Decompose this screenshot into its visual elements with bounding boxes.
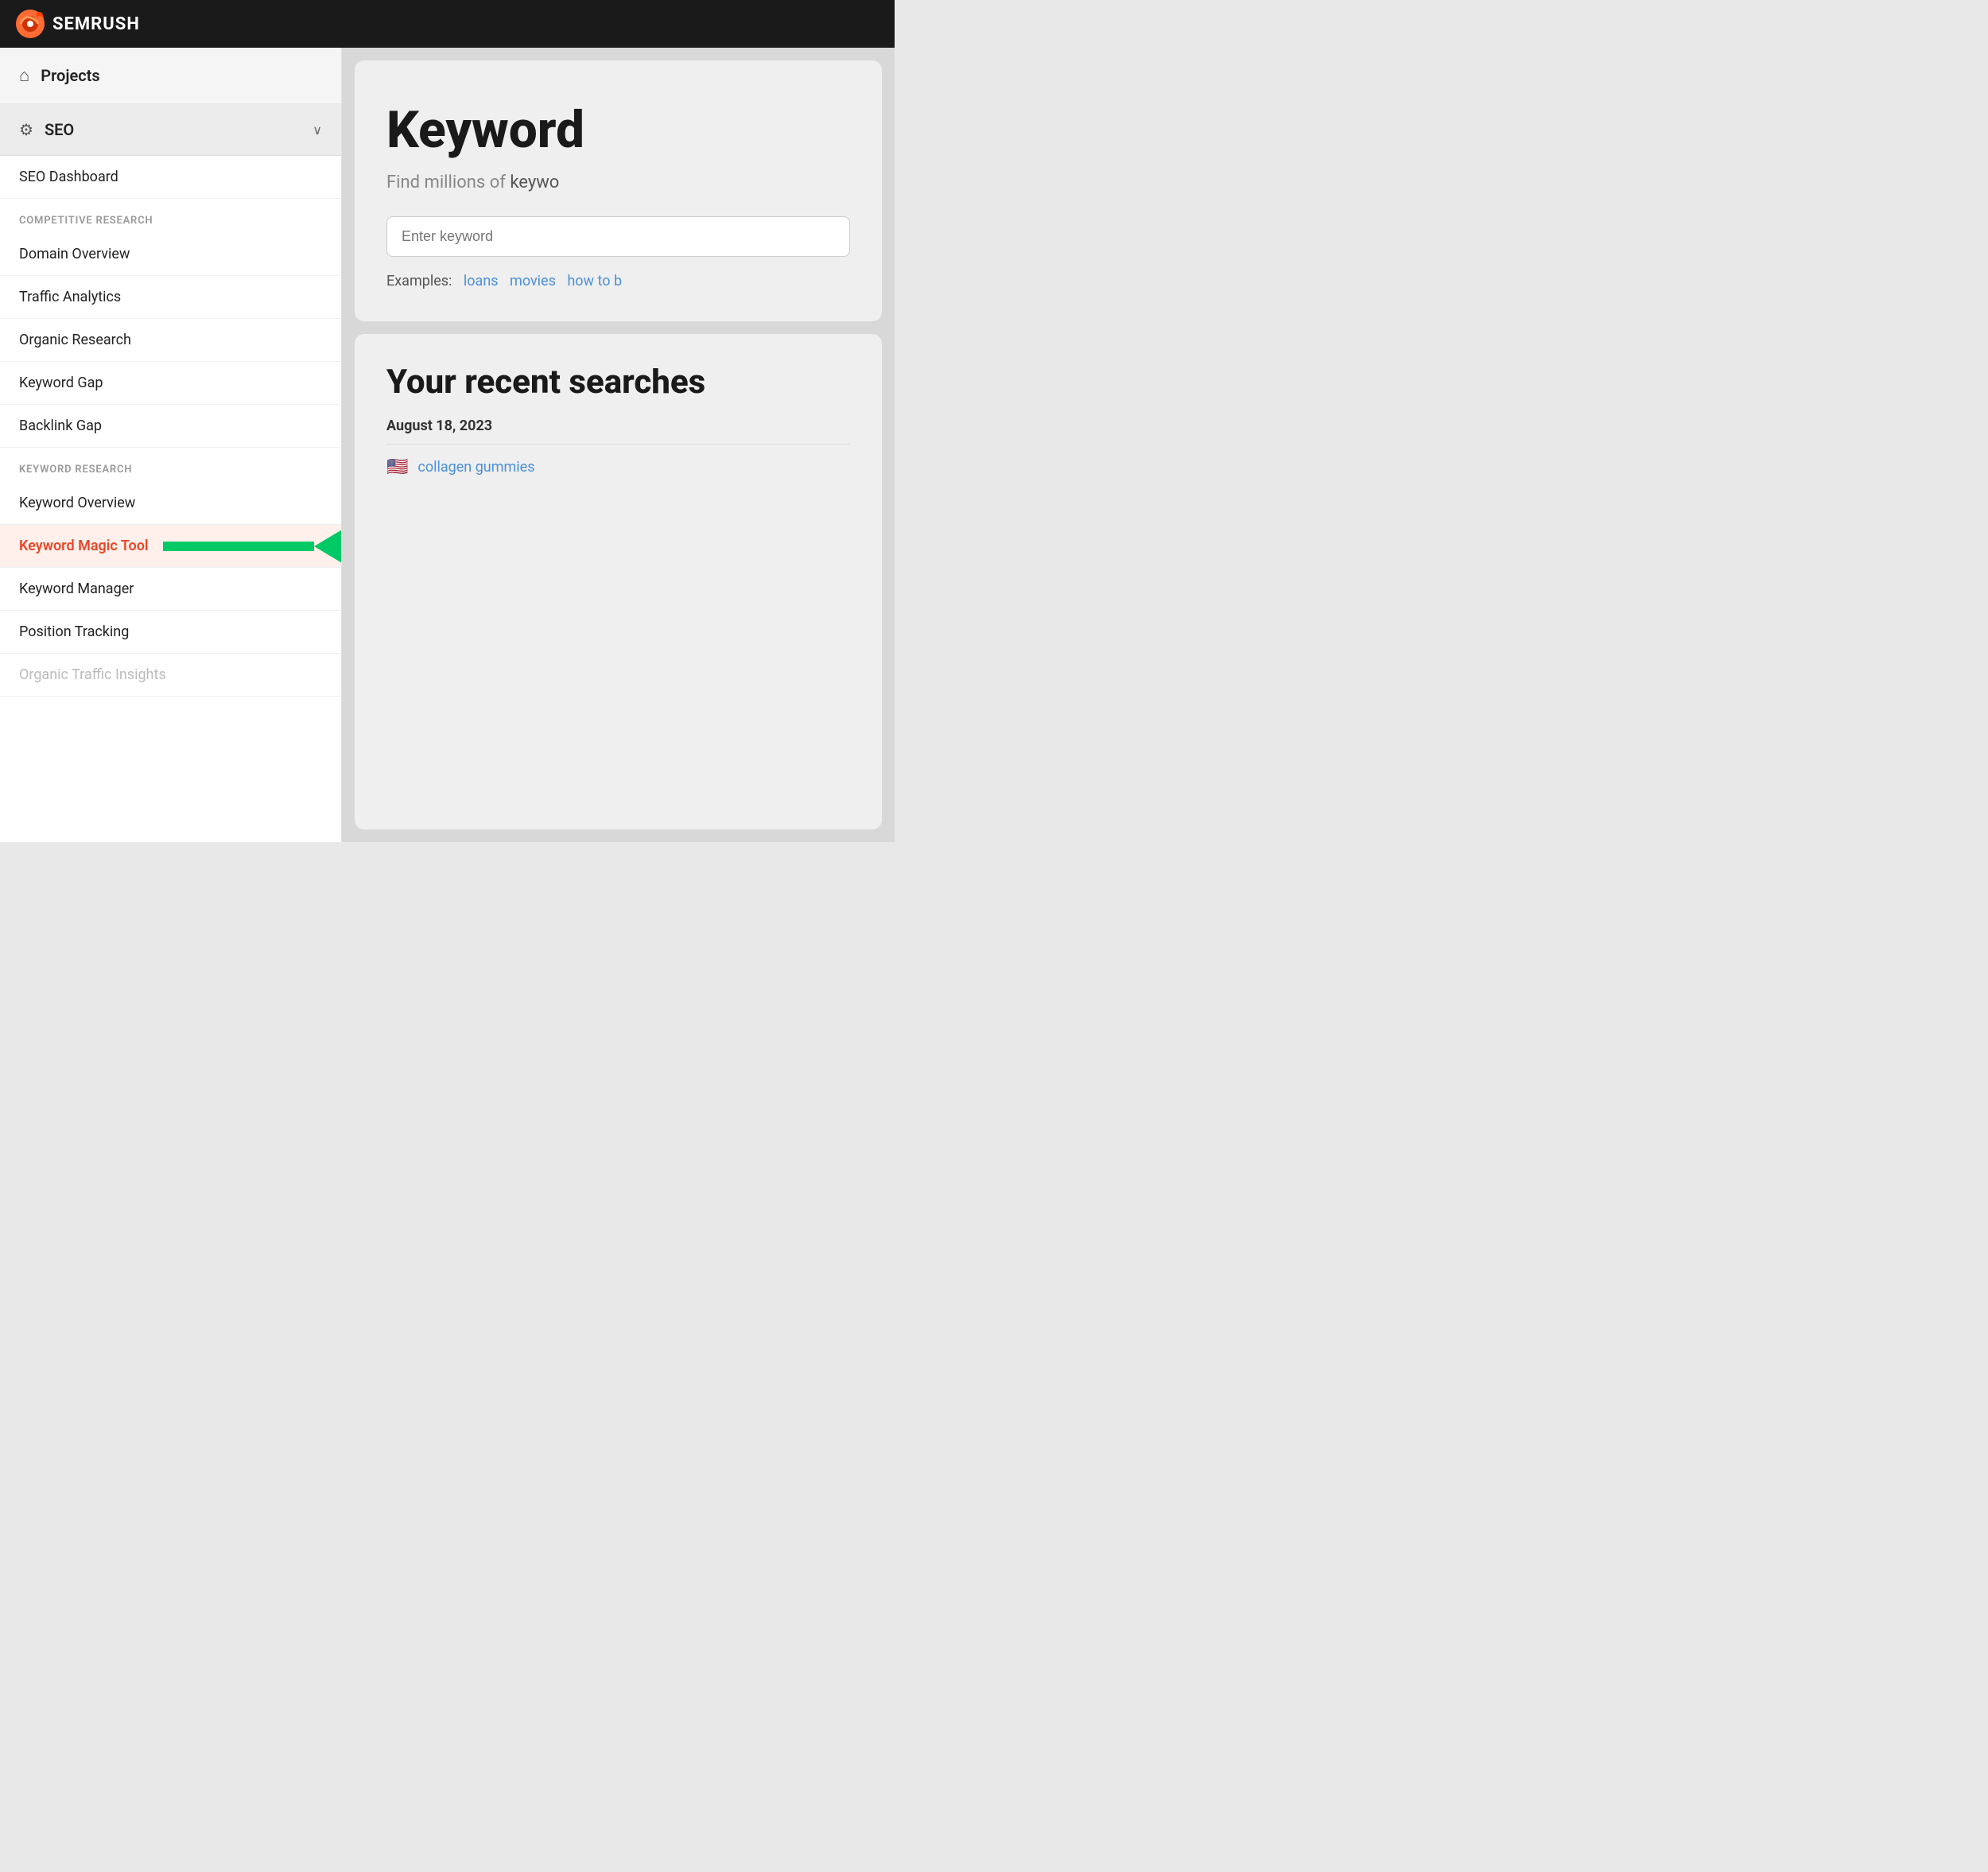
sidebar-item-keyword-gap[interactable]: Keyword Gap — [0, 362, 341, 405]
examples-label: Examples: — [386, 273, 452, 289]
sidebar-item-organic-research[interactable]: Organic Research — [0, 319, 341, 362]
examples-row: Examples: loans movies how to b — [386, 273, 850, 289]
recent-searches-title: Your recent searches — [386, 363, 850, 402]
keyword-input-wrap[interactable] — [386, 216, 850, 257]
date-divider — [386, 444, 850, 445]
topbar: SEMRUSH — [0, 0, 895, 48]
sidebar-item-backlink-gap[interactable]: Backlink Gap — [0, 405, 341, 448]
sidebar-item-keyword-overview[interactable]: Keyword Overview — [0, 482, 341, 525]
semrush-logo-icon — [16, 10, 45, 38]
seo-icon: ⚙ — [19, 120, 33, 139]
sidebar-item-domain-overview[interactable]: Domain Overview — [0, 233, 341, 276]
keyword-card: Keyword Find millions of keywo Examples:… — [355, 60, 882, 321]
recent-date-label: August 18, 2023 — [386, 418, 850, 434]
sidebar-item-seo-dashboard[interactable]: SEO Dashboard — [0, 156, 341, 199]
example-loans[interactable]: loans — [464, 273, 499, 289]
sidebar-item-organic-traffic-insights: Organic Traffic Insights — [0, 654, 341, 697]
recent-searches-card: Your recent searches August 18, 2023 🇺🇸 … — [355, 334, 882, 829]
sidebar-item-traffic-analytics[interactable]: Traffic Analytics — [0, 276, 341, 319]
keyword-magic-tool-label: Keyword Magic Tool — [19, 538, 149, 554]
example-movies[interactable]: movies — [510, 273, 556, 289]
keyword-input[interactable] — [402, 228, 835, 245]
logo-text: SEMRUSH — [52, 14, 140, 34]
home-icon: ⌂ — [19, 65, 29, 86]
example-how-to[interactable]: how to b — [567, 273, 622, 289]
chevron-down-icon: ∨ — [313, 122, 322, 138]
recent-title-suffix: s — [689, 363, 706, 402]
section-label-competitive-research: COMPETITIVE RESEARCH — [0, 199, 341, 233]
arrow-line — [163, 542, 314, 551]
keyword-tool-subtitle: Find millions of keywo — [386, 173, 850, 192]
recent-search-text: collagen gummies — [417, 459, 534, 476]
sidebar-item-keyword-manager[interactable]: Keyword Manager — [0, 568, 341, 611]
recent-search-item[interactable]: 🇺🇸 collagen gummies — [386, 457, 850, 477]
sidebar-item-position-tracking[interactable]: Position Tracking — [0, 611, 341, 654]
subtitle-partial: keywo — [510, 173, 559, 192]
keyword-tool-title: Keyword — [386, 100, 850, 160]
section-label-keyword-research: KEYWORD RESEARCH — [0, 448, 341, 482]
green-arrow-annotation — [163, 522, 342, 570]
seo-label: SEO — [45, 120, 301, 139]
arrow-head-left — [314, 522, 342, 570]
main-layout: ⌂ Projects ⚙ SEO ∨ SEO Dashboard COMPETI… — [0, 48, 895, 842]
seo-dashboard-label: SEO Dashboard — [19, 169, 118, 185]
logo-container: SEMRUSH — [16, 10, 140, 38]
projects-label: Projects — [41, 66, 99, 85]
us-flag-icon: 🇺🇸 — [386, 457, 408, 477]
sidebar-item-projects[interactable]: ⌂ Projects — [0, 48, 341, 104]
content-area: Keyword Find millions of keywo Examples:… — [342, 48, 895, 842]
seo-section-header[interactable]: ⚙ SEO ∨ — [0, 104, 341, 156]
sidebar: ⌂ Projects ⚙ SEO ∨ SEO Dashboard COMPETI… — [0, 48, 342, 842]
active-row-wrapper: Keyword Magic Tool — [0, 525, 341, 568]
